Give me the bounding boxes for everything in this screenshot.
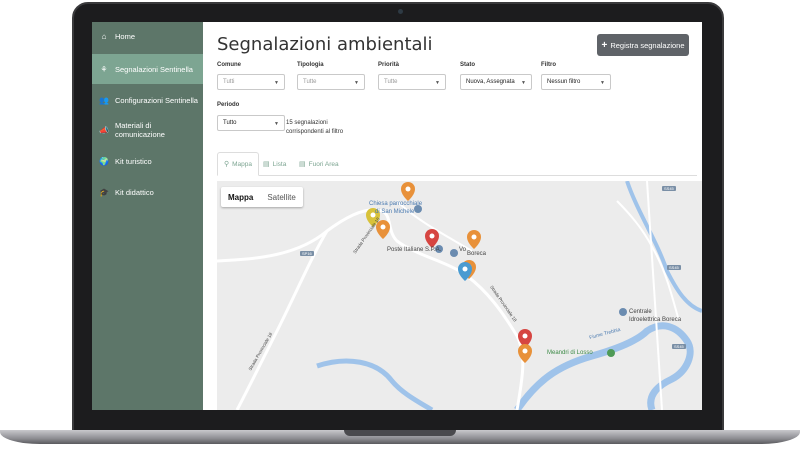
map-type-control: Mappa Satellite: [221, 187, 303, 207]
filter-tipologia-select[interactable]: Tutte ▼: [297, 74, 365, 90]
sidebar-item-label: Configurazioni Sentinella: [115, 95, 198, 105]
chevron-down-icon: ▼: [521, 80, 526, 86]
plus-icon: +: [601, 39, 608, 51]
chevron-down-icon: ▼: [600, 80, 605, 86]
report-pin-red: [425, 229, 439, 248]
map-label-boreca: Boreca: [467, 251, 487, 257]
map-label-meandri: Meandri di Losso: [547, 350, 593, 356]
filter-periodo-select[interactable]: Tutto ▼: [217, 115, 285, 131]
map-type-satellite-button[interactable]: Satellite: [260, 187, 302, 207]
filter-label-priorita: Priorità: [378, 62, 400, 68]
sidebar-item-configurazioni[interactable]: 👥 Configurazioni Sentinella: [92, 86, 203, 114]
sidebar-item-label: Segnalazioni Sentinella: [115, 64, 193, 74]
list-icon: ▤: [299, 161, 306, 168]
users-icon: 👥: [99, 95, 109, 105]
home-icon: ⌂: [101, 31, 107, 41]
map-label-poste: Poste Italiane S.P.A.: [387, 247, 442, 253]
filter-label-stato: Stato: [460, 62, 475, 68]
app-screen: ⌂ Home ⚘ Segnalazioni Sentinella 👥 Confi…: [92, 22, 702, 410]
map-label-chiesa-2: di San Michele: [375, 209, 415, 215]
map-label-vo: Vo: [459, 247, 467, 253]
sidebar-item-kit-turistico[interactable]: 🌍 Kit turistico: [92, 147, 203, 175]
sidebar: ⌂ Home ⚘ Segnalazioni Sentinella 👥 Confi…: [92, 22, 203, 410]
filter-label-filtro: Filtro: [541, 62, 556, 68]
tab-label: Fuori Area: [308, 160, 339, 168]
tab-label: Lista: [272, 160, 287, 168]
tab-lista[interactable]: ▤ Lista: [257, 152, 292, 176]
filter-value: Nessun filtro: [547, 79, 581, 85]
map-type-mappa-button[interactable]: Mappa: [221, 187, 260, 207]
tab-mappa[interactable]: ⚲ Mappa: [217, 152, 260, 176]
road-sign-ss45: SS45: [667, 265, 681, 270]
result-count: 15 segnalazioni corrispondenti al filtro: [286, 119, 343, 137]
filter-value: Nuova, Assegnata: [466, 79, 515, 85]
add-report-label: Registra segnalazione: [610, 40, 685, 50]
filter-label-comune: Comune: [217, 62, 241, 68]
filter-value: Tutte: [384, 79, 398, 85]
sidebar-item-label: Home: [115, 31, 136, 41]
sidebar-item-kit-didattico[interactable]: 🎓 Kit didattico: [92, 178, 203, 206]
filter-priorita-select[interactable]: Tutte ▼: [378, 74, 446, 90]
map-view[interactable]: Mappa Satellite Chiesa parrocchiale di S…: [217, 181, 702, 410]
sidebar-item-segnalazioni[interactable]: ⚘ Segnalazioni Sentinella: [92, 54, 203, 84]
power-plant-poi-icon: [619, 308, 627, 316]
park-poi-icon: [607, 349, 615, 357]
filter-filtro-select[interactable]: Nessun filtro ▼: [541, 74, 611, 90]
chevron-down-icon: ▼: [274, 121, 279, 127]
filter-value: Tutti: [223, 79, 235, 85]
filter-comune-select[interactable]: Tutti ▼: [217, 74, 285, 90]
filter-label-tipologia: Tipologia: [297, 62, 324, 68]
road-sign-ss45: SS45: [672, 344, 686, 349]
sidebar-item-home[interactable]: ⌂ Home: [92, 22, 203, 50]
sidebar-item-label: Kit didattico: [115, 187, 154, 197]
sidebar-item-label: Materiali di comunicazione: [114, 121, 165, 139]
laptop-notch: [344, 430, 456, 436]
map-label-chiesa: Chiesa parrocchiale: [369, 201, 423, 207]
camera-dot: [398, 9, 403, 14]
river-lower: [316, 358, 434, 410]
tab-label: Mappa: [232, 160, 253, 168]
road-sign-sp16: SP16: [300, 251, 314, 256]
river-upper: [625, 181, 702, 313]
view-tabs: ⚲ Mappa ▤ Lista ▤ Fuori Area: [217, 152, 697, 176]
map-label-centrale-2: Idroelettrica Boreca: [629, 317, 682, 323]
result-count-line2: corrispondenti al filtro: [286, 129, 344, 135]
map-label-centrale: Centrale: [629, 309, 652, 315]
sidebar-item-materiali[interactable]: 📣 Materiali di comunicazione: [92, 116, 203, 144]
list-icon: ▤: [263, 161, 270, 168]
report-pin-orange: [467, 230, 481, 249]
vo-poi-icon: [450, 249, 458, 257]
chevron-down-icon: ▼: [435, 80, 440, 86]
graduation-cap-icon: 🎓: [99, 187, 109, 197]
result-count-line1: 15 segnalazioni: [286, 120, 328, 126]
page-title: Segnalazioni ambientali: [217, 34, 433, 55]
main-content: Segnalazioni ambientali + Registra segna…: [203, 22, 702, 410]
tab-fuori-area[interactable]: ▤ Fuori Area: [293, 152, 345, 176]
chevron-down-icon: ▼: [274, 80, 279, 86]
sidebar-item-label: Kit turistico: [115, 156, 152, 166]
megaphone-icon: 📣: [98, 125, 109, 135]
road-ss45: [646, 181, 663, 410]
map-canvas: [217, 181, 702, 410]
road-sign-ss45: SS45: [662, 186, 676, 191]
chevron-down-icon: ▼: [354, 80, 359, 86]
filter-label-periodo: Periodo: [217, 102, 240, 108]
filter-stato-select[interactable]: Nuova, Assegnata ▼: [460, 74, 532, 90]
map-marker-icon: ⚲: [224, 161, 230, 168]
filter-value: Tutto: [223, 120, 237, 126]
road-east: [616, 200, 680, 322]
filter-value: Tutte: [303, 79, 317, 85]
report-pin-orange: [518, 344, 532, 363]
river-trebbia: [514, 322, 694, 410]
globe-icon: 🌍: [99, 156, 109, 166]
report-pin-orange: [401, 182, 415, 201]
add-report-button[interactable]: + Registra segnalazione: [597, 34, 689, 56]
seedling-icon: ⚘: [100, 64, 108, 74]
